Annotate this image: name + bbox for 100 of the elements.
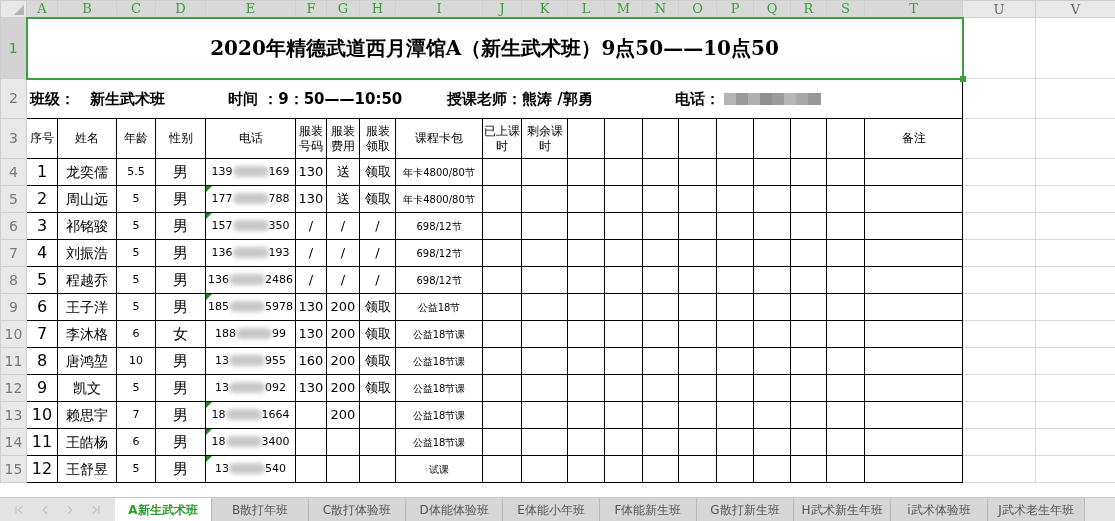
table-cell: 男 [173, 189, 188, 208]
table-cell: 刘振浩 [66, 244, 108, 261]
row-header[interactable]: 3 [9, 130, 18, 146]
table-cell: / [308, 218, 314, 234]
sheet-tab[interactable]: H武术新生年班 [794, 498, 891, 521]
phone-text: 139 [211, 164, 233, 178]
phone-text: 169 [268, 164, 290, 178]
table-cell: / [340, 272, 346, 288]
table-cell: 领取 [364, 353, 391, 369]
table-cell: 200 [330, 353, 356, 369]
table-cell: 祁铭骏 [66, 217, 108, 234]
table-cell: 赖思宇 [66, 406, 108, 423]
table-cell: 男 [173, 162, 188, 181]
column-title: 剩余课时 [526, 123, 563, 153]
table-cell: 4 [36, 243, 48, 262]
sheet-tab[interactable]: D体能体验班 [406, 498, 503, 521]
sheet-tab[interactable]: J武术老生年班 [988, 498, 1085, 521]
table-cell: 130 [298, 164, 324, 180]
table-cell: 698/12节 [416, 274, 462, 286]
error-indicator-icon[interactable] [206, 186, 212, 192]
table-cell: 130 [298, 191, 324, 207]
error-indicator-icon[interactable] [206, 402, 212, 408]
fill-handle[interactable] [959, 75, 966, 82]
table-cell: / [340, 245, 346, 261]
table-cell: 1 [36, 162, 48, 181]
redaction-blur [232, 166, 269, 178]
table-cell: 公益18节课 [412, 355, 466, 367]
sheet-tab[interactable]: i武术体验班 [891, 498, 988, 521]
sheet-tab[interactable]: F体能新生班 [600, 498, 697, 521]
table-cell: 5 [132, 218, 140, 232]
sheet-tab[interactable]: E体能小年班 [503, 498, 600, 521]
column-header[interactable]: E [245, 1, 256, 17]
table-cell: 698/12节 [416, 247, 462, 259]
table-cell: 12 [31, 459, 53, 478]
class-value: 新生武术班 [90, 88, 166, 110]
table-cell: 试课 [429, 463, 449, 475]
table-cell: 男 [173, 459, 188, 478]
phone-text: 188 [215, 326, 236, 340]
redaction-blur [229, 382, 265, 394]
error-indicator-icon[interactable] [206, 294, 212, 300]
redaction-blur [229, 301, 265, 313]
table-cell: 6 [132, 434, 140, 448]
table-cell: 160 [298, 353, 324, 369]
table-cell: 男 [173, 216, 188, 235]
redaction-blur [232, 247, 269, 259]
column-header[interactable]: D [175, 1, 186, 17]
table-cell: 王舒昱 [66, 460, 108, 477]
phone-text: 193 [268, 245, 290, 259]
table-cell: 领取 [364, 164, 391, 180]
table-cell: 龙奕儒 [66, 163, 108, 180]
table-cell: 10 [31, 405, 53, 424]
table-cell: 公益18节 [417, 301, 461, 313]
sheet-tab[interactable]: B散打年班 [212, 498, 309, 521]
phone-text: 2486 [265, 272, 293, 286]
phone-text: 185 [208, 299, 229, 313]
column-header[interactable]: B [82, 1, 92, 17]
column-header[interactable]: I [436, 1, 442, 17]
phone-text: 1664 [261, 407, 290, 421]
error-indicator-icon[interactable] [206, 429, 212, 435]
phone-text: 157 [211, 218, 233, 232]
column-title: 服装费用 [331, 123, 355, 153]
column-title: 年龄 [124, 131, 148, 145]
table-cell: 公益18节课 [412, 409, 466, 421]
row-header[interactable]: 1 [8, 39, 18, 56]
sheet-tab[interactable]: G散打新生班 [697, 498, 794, 521]
column-header[interactable]: V [1070, 1, 1081, 17]
table-cell: 男 [173, 405, 188, 424]
table-cell: 3 [36, 216, 48, 235]
table-cell: 5 [36, 270, 48, 289]
phone-text: 092 [265, 380, 286, 394]
table-cell: 7 [132, 407, 140, 421]
table-cell: 王子洋 [66, 298, 108, 315]
table-cell: 送 [336, 191, 350, 207]
phone-text: 13 [215, 380, 229, 394]
table-cell: 公益18节课 [412, 382, 466, 394]
column-header[interactable]: T [909, 1, 918, 17]
table-cell: 200 [330, 407, 356, 423]
sheet-tab[interactable]: A新生武术班 [115, 498, 212, 521]
phone-text: 136 [211, 245, 233, 259]
error-indicator-icon[interactable] [206, 213, 212, 219]
title-cell[interactable]: 2020年精德武道西月潭馆A（新生武术班）9点50——10点50 [26, 17, 963, 79]
row-header[interactable]: 2 [9, 90, 18, 106]
table-cell: 200 [330, 299, 356, 315]
table-cell: 领取 [364, 191, 391, 207]
table-cell: 11 [31, 432, 53, 451]
table-cell: 凯文 [73, 379, 101, 396]
table-cell: 男 [173, 351, 188, 370]
table-cell: 男 [173, 297, 188, 316]
error-indicator-icon[interactable] [206, 456, 212, 462]
column-header[interactable]: U [993, 1, 1005, 17]
column-header[interactable]: J [499, 1, 505, 17]
table-cell: 周山远 [66, 190, 108, 207]
column-title: 序号 [30, 131, 54, 145]
table-cell: 领取 [364, 326, 391, 342]
sheet-tab[interactable]: C散打体验班 [309, 498, 406, 521]
table-cell: 男 [173, 270, 188, 289]
column-title: 服装领取 [365, 123, 390, 153]
table-cell: 5 [132, 191, 140, 205]
table-cell: / [340, 218, 346, 234]
table-cell: 李沐格 [66, 325, 108, 342]
